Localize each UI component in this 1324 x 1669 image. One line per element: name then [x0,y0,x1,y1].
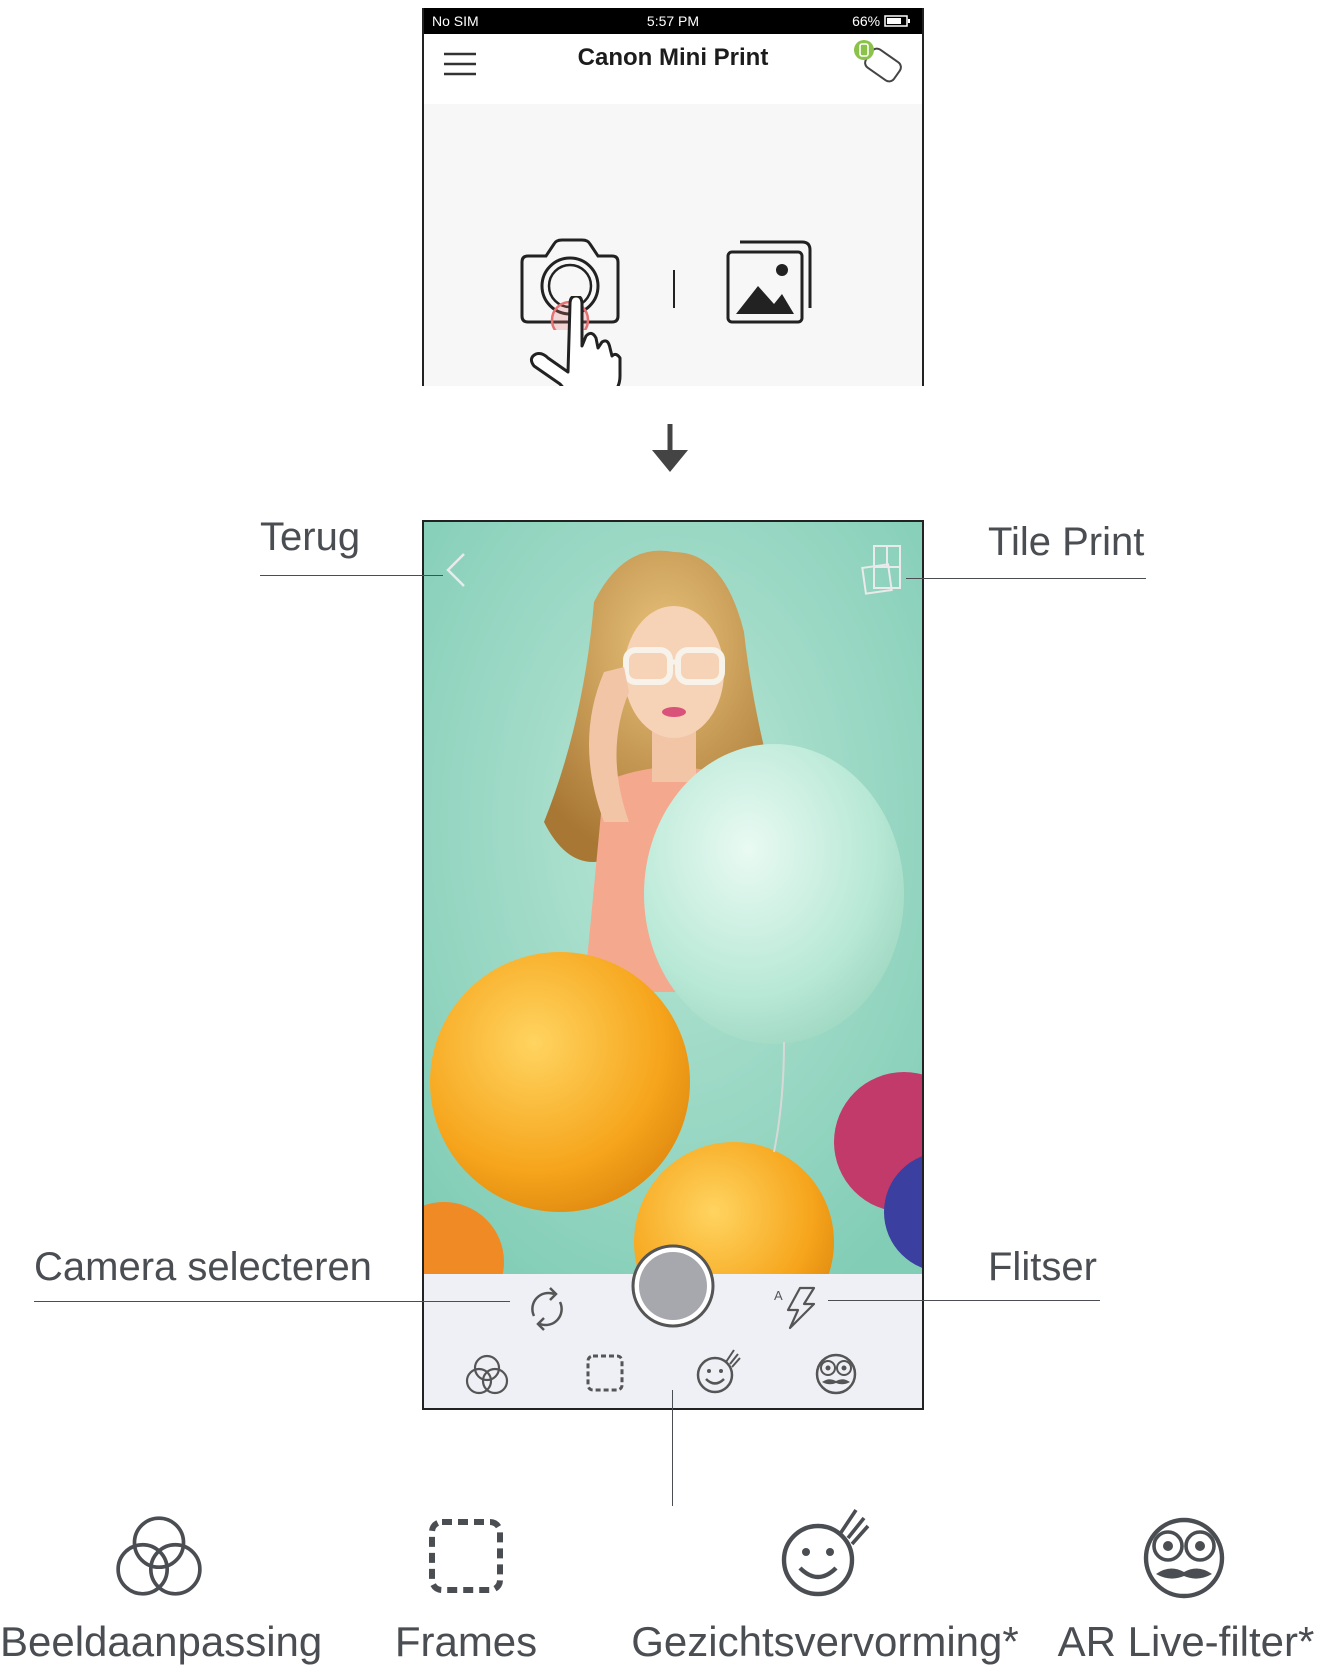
tile-print-icon[interactable] [860,544,904,596]
camera-screen: A [422,520,924,1410]
filters-icon[interactable] [464,1352,510,1398]
back-chevron-icon[interactable] [444,552,468,588]
callout-camera-select-line [34,1301,510,1302]
filters-icon [116,1516,202,1596]
home-screen: No SIM 5:57 PM 66% Canon Mini Print [422,8,924,386]
callout-back: Terug [260,515,361,559]
callout-camera-select: Camera selecteren [34,1245,372,1289]
callout-tile-print: Tile Print [988,520,1145,564]
face-warp-icon [781,1509,870,1597]
flash-auto-icon[interactable]: A [774,1284,820,1330]
svg-text:A: A [774,1288,783,1303]
features-pointer-line [672,1390,673,1506]
camera-control-bar: A [424,1244,922,1408]
gallery-icon[interactable] [724,236,816,328]
ar-mask-icon [1143,1517,1225,1599]
status-bar: No SIM 5:57 PM 66% [424,8,922,34]
callout-flash-line [828,1300,1100,1301]
battery-icon [884,15,910,27]
switch-camera-icon[interactable] [524,1286,570,1332]
status-battery: 66% [852,13,912,29]
feature-label-adjust: Beeldaanpassing [0,1618,323,1665]
icon-divider [673,270,675,308]
camera-preview-photo [424,522,922,1274]
status-time: 5:57 PM [646,13,700,29]
feature-label-face-warp: Gezichtsvervorming* [631,1618,1019,1665]
feature-label-frames: Frames [394,1618,538,1665]
callout-tile-print-line [906,578,1146,579]
app-title: Canon Mini Print [577,44,769,71]
arrow-down-icon [652,424,688,472]
shutter-button[interactable] [631,1244,715,1328]
face-warp-icon[interactable] [694,1348,742,1396]
frames-icon [429,1519,503,1593]
battery-percent: 66% [852,13,881,29]
frames-icon[interactable] [584,1352,626,1394]
tap-hand-icon [529,296,622,386]
printer-connected-icon[interactable] [852,38,908,84]
feature-label-ar-filter: AR Live-filter* [1057,1618,1315,1665]
ar-mask-icon[interactable] [812,1348,860,1396]
callout-back-line [260,575,443,576]
callout-flash: Flitser [988,1245,1097,1289]
